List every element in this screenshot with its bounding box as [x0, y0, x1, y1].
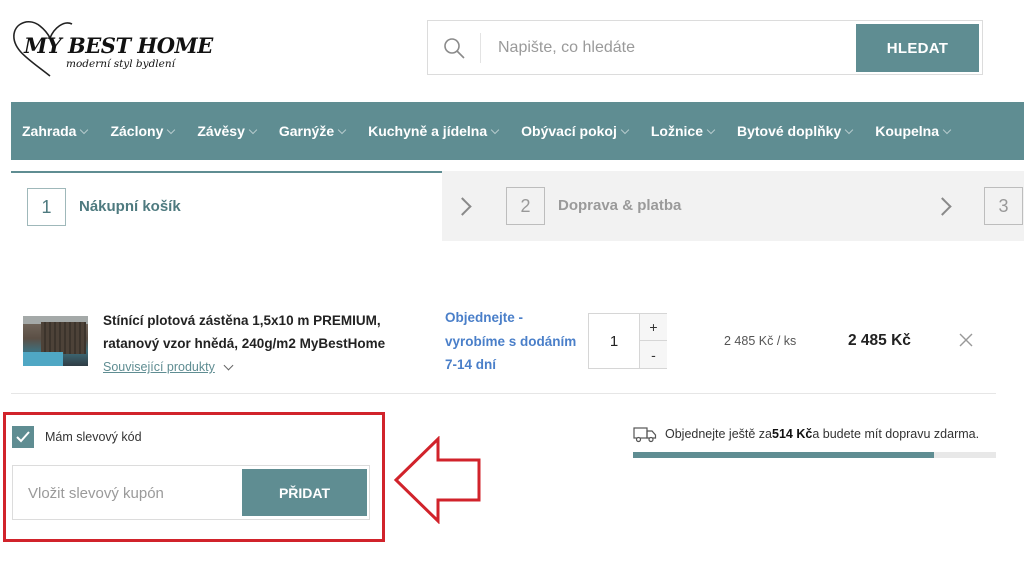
chevron-right-icon	[453, 197, 472, 216]
nav-item-zahrada[interactable]: Zahrada	[22, 123, 89, 139]
chevron-down-icon	[80, 125, 89, 134]
free-shipping-progress	[633, 452, 996, 458]
search-input[interactable]	[498, 35, 848, 61]
chevron-down-icon	[167, 125, 176, 134]
shipping-amount: 514 Kč	[772, 427, 813, 441]
logo-tagline: moderní styl bydlení	[66, 58, 175, 70]
increase-quantity-button[interactable]: +	[639, 314, 667, 341]
check-icon	[16, 431, 30, 443]
discount-code-checkbox[interactable]	[12, 426, 34, 448]
step-label: Nákupní košík	[79, 198, 181, 215]
nav-item-garnyze[interactable]: Garnýže	[279, 123, 347, 139]
search-bar: HLEDAT	[427, 20, 983, 75]
logo-text: MY BEST HOME	[24, 33, 213, 58]
product-name[interactable]: Stínící plotová zástěna 1,5x10 m PREMIUM…	[103, 309, 423, 355]
search-icon	[444, 38, 465, 59]
nav-item-zaclony[interactable]: Záclony	[110, 123, 176, 139]
discount-code-label[interactable]: Mám slevový kód	[45, 430, 142, 444]
add-coupon-button[interactable]: PŘIDAT	[242, 469, 367, 516]
chevron-right-icon	[933, 197, 952, 216]
chevron-down-icon	[490, 125, 500, 134]
chevron-down-icon	[248, 125, 258, 134]
nav-item-loznice[interactable]: Ložnice	[651, 123, 716, 139]
coupon-form: PŘIDAT	[12, 465, 370, 520]
chevron-down-icon	[337, 125, 347, 134]
chevron-down-icon	[844, 125, 854, 134]
free-shipping-info: Objednejte ještě za 514 Kč a budete mít …	[633, 425, 979, 443]
chevron-down-icon	[706, 125, 716, 134]
nav-item-kuchyne[interactable]: Kuchyně a jídelna	[368, 123, 500, 139]
main-nav: Zahrada Záclony Závěsy Garnýže Kuchyně a…	[11, 102, 1024, 160]
arrow-left-icon	[393, 436, 481, 524]
product-thumbnail[interactable]	[23, 316, 88, 366]
step-cart[interactable]: 1 Nákupní košík	[11, 171, 442, 241]
search-divider	[480, 33, 481, 63]
shipping-text-before: Objednejte ještě za	[665, 427, 773, 441]
truck-icon	[633, 427, 657, 443]
checkout-steps: 1 Nákupní košík 2 Doprava & platba 3	[11, 171, 1024, 241]
shipping-text-after: a budete mít dopravu zdarma.	[812, 427, 980, 441]
coupon-input[interactable]	[28, 480, 228, 506]
logo[interactable]: MY BEST HOME moderní styl bydlení	[10, 16, 213, 80]
nav-item-koupelna[interactable]: Koupelna	[875, 123, 952, 139]
remove-item-icon[interactable]	[959, 333, 973, 347]
step-summary-number[interactable]: 3	[984, 187, 1023, 225]
related-products-link[interactable]: Související produkty	[103, 360, 234, 374]
nav-item-bytove-doplnky[interactable]: Bytové doplňky	[737, 123, 854, 139]
step-shipping-label[interactable]: Doprava & platba	[558, 197, 681, 214]
quantity-stepper: 1 + -	[588, 313, 667, 369]
nav-item-obyvaci-pokoj[interactable]: Obývací pokoj	[521, 123, 630, 139]
item-total: 2 485 Kč	[848, 332, 911, 349]
search-button[interactable]: HLEDAT	[856, 24, 979, 72]
step-number: 1	[27, 188, 66, 226]
unit-price: 2 485 Kč / ks	[724, 334, 797, 348]
availability-text: Objednejte - vyrobíme s dodáním 7-14 dní	[445, 310, 577, 372]
progress-fill	[633, 452, 935, 458]
decrease-quantity-button[interactable]: -	[639, 341, 667, 368]
chevron-down-icon	[942, 125, 952, 134]
nav-item-zavesy[interactable]: Závěsy	[197, 123, 258, 139]
row-divider	[11, 393, 996, 394]
chevron-down-icon	[223, 360, 234, 370]
quantity-input[interactable]: 1	[589, 314, 639, 368]
step-shipping-number[interactable]: 2	[506, 187, 545, 225]
chevron-down-icon	[620, 125, 630, 134]
